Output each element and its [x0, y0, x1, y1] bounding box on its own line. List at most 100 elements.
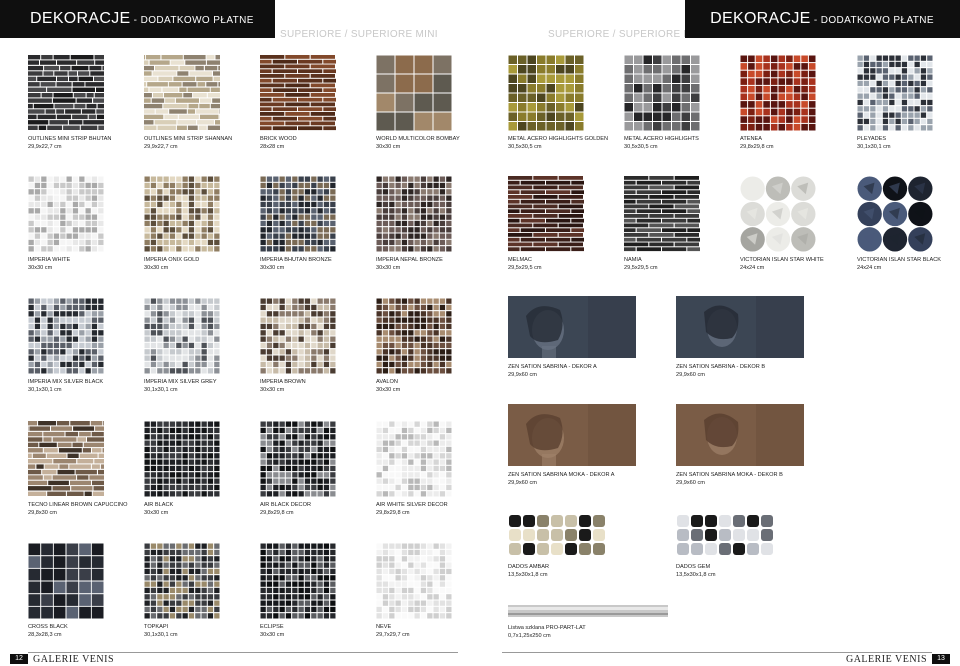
product-name: AVALON: [376, 379, 398, 385]
product-size: 24x24 cm: [857, 264, 882, 271]
header-title-text: DEKORACJE: [710, 10, 811, 27]
product-label: CROSS BLACK 28,3x28,3 cm: [28, 624, 148, 639]
product-label: BRICK WOOD 28x28 cm: [260, 136, 380, 151]
dados-size: 13,5x30x1,8 cm: [676, 571, 716, 578]
product-swatch: [260, 298, 336, 374]
product-size: 30,1x30,1 cm: [144, 386, 178, 393]
product-size: 29,9x22,7 cm: [28, 143, 62, 150]
header-title-left: DEKORACJE - DODATKOWO PŁATNE: [0, 0, 275, 40]
product-size: 30,5x30,5 cm: [624, 143, 658, 150]
product-name: NEVE: [376, 624, 392, 630]
product-label: NAMIA 29,5x29,5 cm: [624, 257, 744, 272]
product-size: 29,5x29,5 cm: [624, 264, 658, 271]
product-size: 30x30 cm: [28, 264, 53, 271]
product-swatch: [28, 543, 104, 619]
listwa-name: Listwa szklana PRO-PART-LAT: [508, 625, 586, 631]
decor-size: 29,9x60 cm: [676, 371, 705, 378]
product-label: IMPERIA BHUTAN BRONZE 30x30 cm: [260, 257, 380, 272]
product-size: 30x30 cm: [144, 509, 169, 516]
footer-rule-left: [28, 652, 458, 653]
product-size: 30x30 cm: [376, 264, 401, 271]
product-size: 29,8x30 cm: [28, 509, 57, 516]
product-name: AIR BLACK DECOR: [260, 502, 311, 508]
product-size: 30x30 cm: [376, 143, 401, 150]
product-label: OUTLINES MINI STRIP BHUTAN 29,9x22,7 cm: [28, 136, 148, 151]
header-title-right: DEKORACJE - DODATKOWO PŁATNE: [685, 0, 960, 40]
product-swatch: [857, 176, 933, 252]
dados-size: 13,5x30x1,8 cm: [508, 571, 548, 578]
product-label: AIR BLACK 30x30 cm: [144, 502, 264, 517]
product-label: TOPKAPI 30,1x30,1 cm: [144, 624, 264, 639]
product-swatch: [376, 55, 452, 131]
listwa-label: Listwa szklana PRO-PART-LAT 0,7x1,25x250…: [508, 625, 628, 640]
product-name: VICTORIAN ISLAN STAR WHITE: [740, 257, 824, 263]
product-size: 30x30 cm: [260, 631, 285, 638]
decor-panel: [676, 296, 804, 358]
product-name: OUTLINES MINI STRIP BHUTAN: [28, 136, 112, 142]
decor-panel: [508, 404, 636, 466]
product-name: IMPERIA MIX SILVER GREY: [144, 379, 217, 385]
product-label: IMPERIA MIX SILVER GREY 30,1x30,1 cm: [144, 379, 264, 394]
product-label: AIR BLACK DECOR 29,8x29,8 cm: [260, 502, 380, 517]
header-bar-left: DEKORACJE - DODATKOWO PŁATNE: [0, 0, 275, 38]
product-name: VICTORIAN ISLAN STAR BLACK: [857, 257, 942, 263]
product-name: TOPKAPI: [144, 624, 169, 630]
product-name: BRICK WOOD: [260, 136, 297, 142]
product-size: 28,3x28,3 cm: [28, 631, 62, 638]
product-name: NAMIA: [624, 257, 642, 263]
product-size: 29,8x29,8 cm: [740, 143, 774, 150]
product-swatch: [740, 55, 816, 131]
product-swatch: [376, 421, 452, 497]
product-size: 30,1x30,1 cm: [857, 143, 891, 150]
product-label: METAL ACERO HIGHLIGHTS 30,5x30,5 cm: [624, 136, 744, 151]
product-swatch: [28, 176, 104, 252]
product-swatch: [740, 176, 816, 252]
product-name: METAL ACERO HIGHLIGHTS: [624, 136, 699, 142]
product-swatch: [376, 543, 452, 619]
header-bar-right: DEKORACJE - DODATKOWO PŁATNE: [685, 0, 960, 38]
product-swatch: [18, 55, 128, 131]
product-swatch: [624, 55, 700, 131]
page-number-left: 12: [10, 654, 28, 664]
product-size: 29,9x22,7 cm: [144, 143, 178, 150]
product-label: ECLIPSE 30x30 cm: [260, 624, 380, 639]
header-subtitle-text: - DODATKOWO PŁATNE: [810, 15, 934, 26]
product-swatch: [376, 176, 452, 252]
product-size: 29,7x29,7 cm: [376, 631, 410, 638]
product-name: AIR WHITE SILVER DECOR: [376, 502, 448, 508]
product-size: 29,8x29,8 cm: [376, 509, 410, 516]
product-size: 30x30 cm: [376, 386, 401, 393]
dados-name: DADOS GEM: [676, 564, 711, 570]
product-label: METAL ACERO HIGHLIGHTS GOLDEN 30,5x30,5 c…: [508, 136, 628, 151]
decor-name: ZEN SATION SABRINA MOKA - DEKOR A: [508, 472, 615, 478]
product-size: 28x28 cm: [260, 143, 285, 150]
product-label: WORLD MULTICOLOR BOMBAY 30x30 cm: [376, 136, 496, 151]
header-subtitle-text: - DODATKOWO PŁATNE: [130, 15, 254, 26]
dados-label: DADOS AMBAR 13,5x30x1,8 cm: [508, 564, 628, 579]
decor-name: ZEN SATION SABRINA MOKA - DEKOR B: [676, 472, 783, 478]
product-swatch: [857, 55, 933, 131]
footer-rule-right: [502, 652, 932, 653]
product-name: IMPERIA WHITE: [28, 257, 71, 263]
product-label: VICTORIAN ISLAN STAR WHITE 24x24 cm: [740, 257, 860, 272]
decor-label: ZEN SATION SABRINA MOKA - DEKOR B 29,9x60…: [676, 472, 796, 487]
product-name: WORLD MULTICOLOR BOMBAY: [376, 136, 460, 142]
product-size: 29,5x29,5 cm: [508, 264, 542, 271]
product-label: NEVE 29,7x29,7 cm: [376, 624, 496, 639]
dados-name: DADOS AMBAR: [508, 564, 550, 570]
product-name: ECLIPSE: [260, 624, 284, 630]
product-swatch: [144, 176, 220, 252]
product-size: 30x30 cm: [260, 264, 285, 271]
brand-footer-right: GALERIE VENIS: [845, 654, 927, 665]
decor-label: ZEN SATION SABRINA - DEKOR A 29,9x60 cm: [508, 364, 628, 379]
product-size: 29,8x29,8 cm: [260, 509, 294, 516]
product-label: TECNO LINEAR BROWN CAPUCCINO 29,8x30 cm: [28, 502, 148, 517]
decor-label: ZEN SATION SABRINA - DEKOR B 29,9x60 cm: [676, 364, 796, 379]
decor-panel: [508, 296, 636, 358]
product-swatch: [260, 543, 336, 619]
product-name: TECNO LINEAR BROWN CAPUCCINO: [28, 502, 128, 508]
product-label: IMPERIA BROWN 30x30 cm: [260, 379, 380, 394]
product-size: 30,5x30,5 cm: [508, 143, 542, 150]
product-label: IMPERIA ONIX GOLD 30x30 cm: [144, 257, 264, 272]
decor-name: ZEN SATION SABRINA - DEKOR A: [508, 364, 597, 370]
